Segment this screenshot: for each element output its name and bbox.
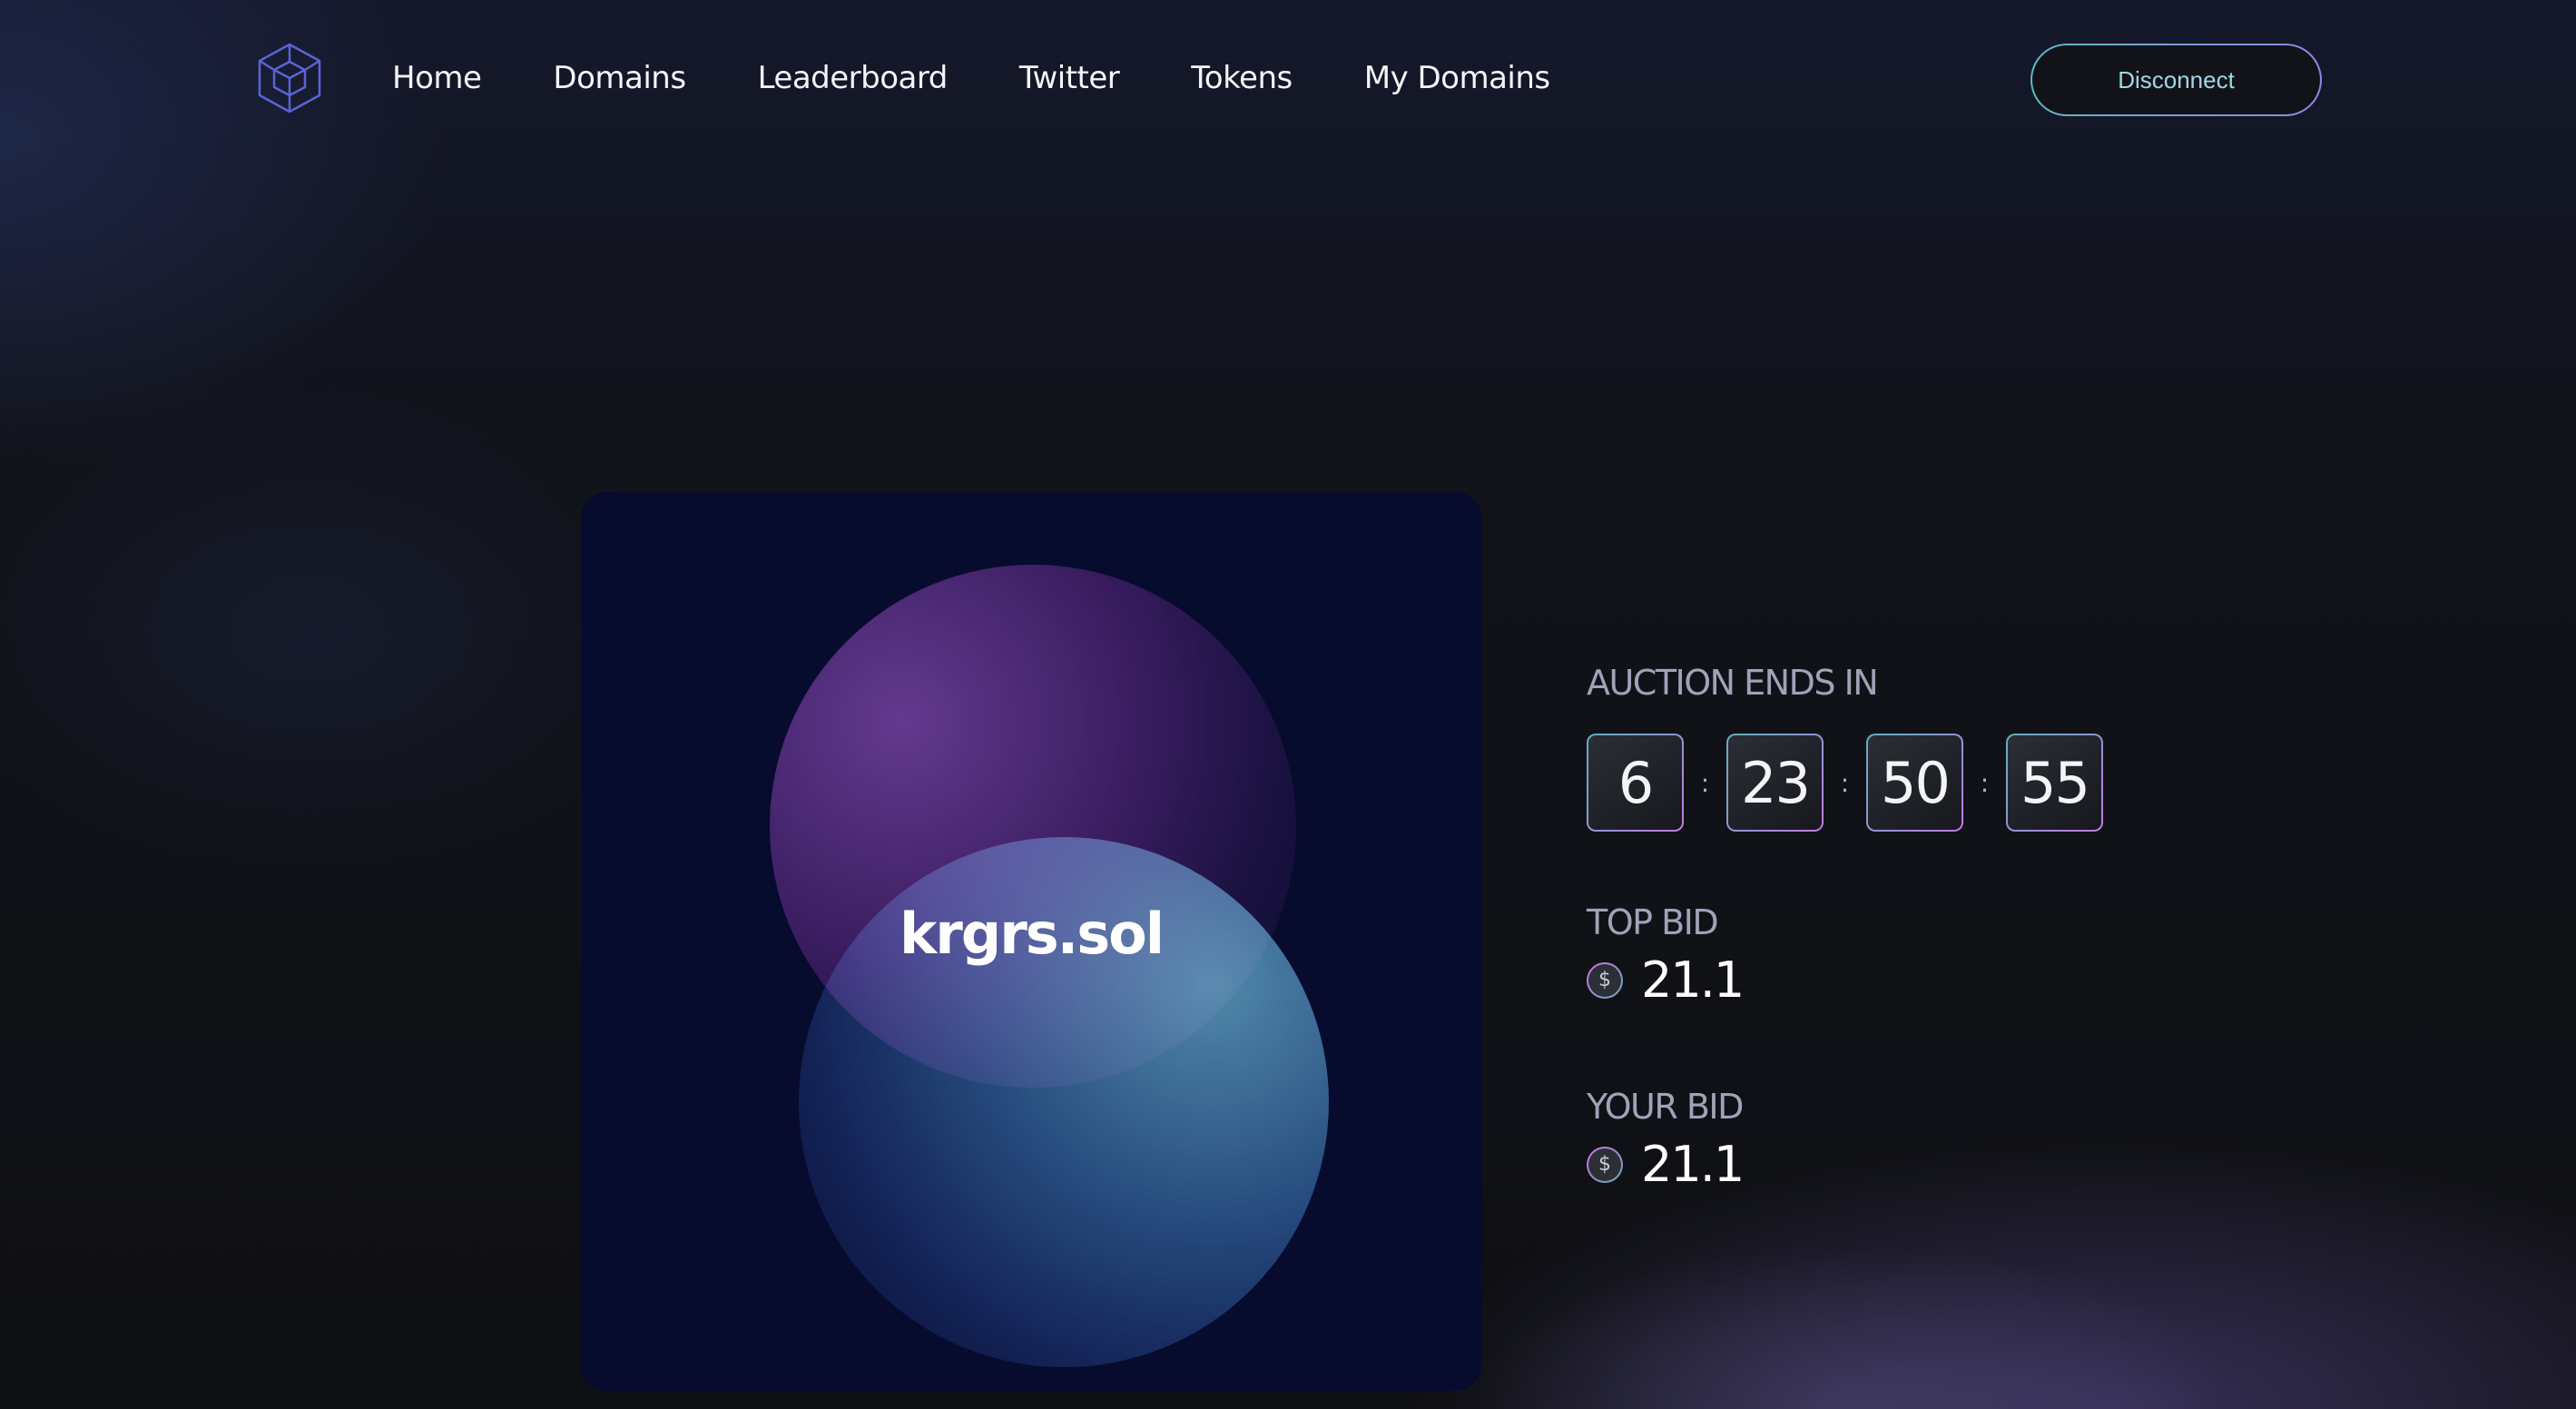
top-bid-block: TOP BID $ 21.1 <box>1587 902 2222 1009</box>
nav-link-home[interactable]: Home <box>392 60 482 96</box>
countdown-minutes: 50 <box>1866 734 1963 832</box>
auction-info: AUCTION ENDS IN 6 : 23 : 50 : 55 TOP BID… <box>1587 663 2222 1193</box>
nav-link-domains[interactable]: Domains <box>553 60 686 96</box>
countdown-hours: 23 <box>1726 734 1824 832</box>
your-bid-label: YOUR BID <box>1587 1087 1744 1127</box>
top-bid-label: TOP BID <box>1587 902 1719 942</box>
nav-links: Home Domains Leaderboard Twitter Tokens … <box>392 60 1550 96</box>
auction-ends-label: AUCTION ENDS IN <box>1587 663 1879 703</box>
countdown-separator: : <box>1840 767 1850 798</box>
countdown-days: 6 <box>1587 734 1684 832</box>
domain-name: krgrs.sol <box>900 901 1165 967</box>
disconnect-button[interactable]: Disconnect <box>2030 44 2322 116</box>
countdown-seconds: 55 <box>2006 734 2103 832</box>
your-bid-value: 21.1 <box>1641 1136 1745 1193</box>
top-bid-row: $ 21.1 <box>1587 951 2222 1009</box>
nav-link-leaderboard[interactable]: Leaderboard <box>758 60 949 96</box>
usdc-coin-icon: $ <box>1587 1147 1623 1183</box>
nav-link-twitter[interactable]: Twitter <box>1019 60 1120 96</box>
usdc-coin-icon: $ <box>1587 962 1623 999</box>
nav-link-tokens[interactable]: Tokens <box>1191 60 1293 96</box>
nav-link-my-domains[interactable]: My Domains <box>1364 60 1550 96</box>
your-bid-row: $ 21.1 <box>1587 1136 2222 1193</box>
countdown-separator: : <box>1700 767 1710 798</box>
domain-card: krgrs.sol <box>581 492 1481 1391</box>
cube-icon[interactable] <box>257 42 322 114</box>
top-navigation: Home Domains Leaderboard Twitter Tokens … <box>0 0 2576 163</box>
your-bid-block: YOUR BID $ 21.1 <box>1587 1087 2222 1193</box>
top-bid-value: 21.1 <box>1641 951 1745 1009</box>
countdown-timer: 6 : 23 : 50 : 55 <box>1587 734 2222 832</box>
countdown-separator: : <box>1980 767 1990 798</box>
